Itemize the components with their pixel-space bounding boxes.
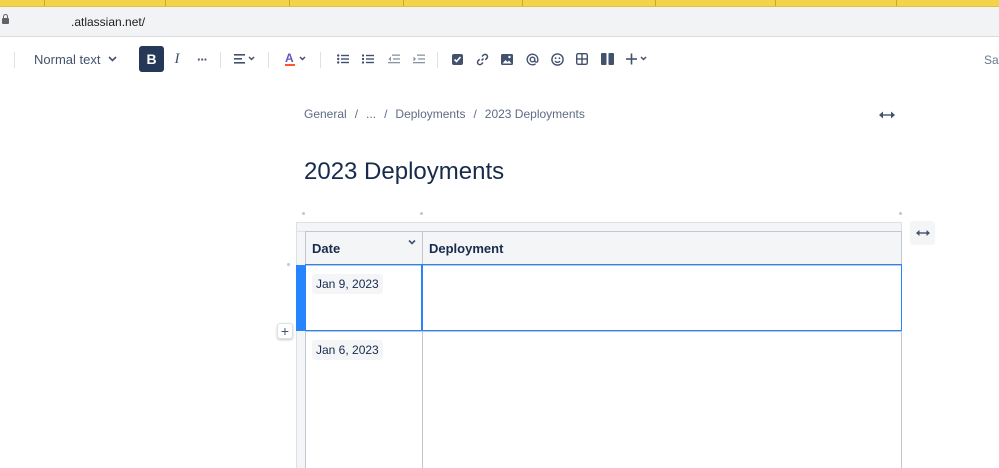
address-bar[interactable]: .atlassian.net/ <box>0 7 999 37</box>
deployment-cell[interactable] <box>422 265 902 332</box>
breadcrumb-separator: / <box>384 107 388 121</box>
link-icon <box>476 53 488 65</box>
bold-button[interactable]: B <box>139 46 164 72</box>
numbered-list-button[interactable] <box>359 46 377 72</box>
deployment-cell[interactable] <box>422 331 902 468</box>
save-button[interactable]: Sav <box>984 53 999 67</box>
column-insert-dot[interactable] <box>420 212 423 215</box>
column-controls[interactable] <box>296 222 902 231</box>
breadcrumb: General / ... / Deployments / 2023 Deplo… <box>304 107 585 121</box>
table-row: Jan 9, 2023 <box>305 265 902 332</box>
text-style-label: Normal text <box>34 51 101 67</box>
insert-element-button[interactable] <box>624 46 652 72</box>
toolbar-divider <box>14 52 15 68</box>
expand-horizontal-icon <box>879 111 895 119</box>
indent-button[interactable] <box>410 46 428 72</box>
breadcrumb-separator: / <box>473 107 477 121</box>
more-formatting-button[interactable]: ··· <box>192 46 212 72</box>
toolbar-divider <box>320 52 321 68</box>
header-cell-deployment[interactable]: Deployment <box>422 231 902 266</box>
numbered-list-icon <box>362 54 374 64</box>
url-text[interactable]: .atlassian.net/ <box>71 15 145 29</box>
browser-tab-strip[interactable] <box>0 0 999 7</box>
breadcrumb-item-general[interactable]: General <box>304 107 347 121</box>
header-label: Date <box>312 241 341 256</box>
column-insert-dot[interactable] <box>302 212 305 215</box>
column-insert-dot[interactable] <box>899 212 902 215</box>
header-label: Deployment <box>429 241 504 256</box>
italic-button[interactable]: I <box>168 46 186 72</box>
date-lozenge[interactable]: Jan 6, 2023 <box>312 340 383 360</box>
editor-toolbar: Normal text B I ··· A Sa <box>0 38 999 80</box>
page-title[interactable]: 2023 Deployments <box>304 158 504 186</box>
toolbar-divider <box>437 52 438 68</box>
emoji-button[interactable] <box>548 46 566 72</box>
row-insert-dot[interactable] <box>287 263 290 266</box>
link-button[interactable] <box>473 46 491 72</box>
text-color-button[interactable]: A <box>282 46 310 72</box>
breadcrumb-item-ellipsis[interactable]: ... <box>366 107 376 121</box>
breadcrumb-item-current[interactable]: 2023 Deployments <box>485 107 585 121</box>
mention-icon <box>526 53 538 65</box>
image-icon <box>501 53 513 65</box>
lock-icon <box>2 14 9 25</box>
header-cell-date[interactable]: Date <box>305 231 423 266</box>
indent-icon <box>413 54 425 64</box>
layout-button[interactable] <box>598 46 616 72</box>
date-cell[interactable]: Jan 6, 2023 <box>305 331 423 468</box>
text-style-dropdown[interactable]: Normal text <box>28 46 120 72</box>
table-width-toggle[interactable] <box>910 221 935 245</box>
checkbox-icon <box>451 53 463 65</box>
page-width-toggle[interactable] <box>878 108 896 120</box>
image-button[interactable] <box>498 46 516 72</box>
table-row: Jan 6, 2023 <box>305 331 902 468</box>
breadcrumb-separator: / <box>354 107 359 121</box>
deployments-table: Date Deployment Jan 9, 2023 Jan 6, 2023 <box>305 231 902 468</box>
emoji-icon <box>550 52 564 66</box>
layout-icon <box>600 53 614 65</box>
toolbar-divider <box>220 52 221 68</box>
bullet-list-icon <box>337 54 349 64</box>
date-cell[interactable]: Jan 9, 2023 <box>305 265 423 332</box>
mention-button[interactable] <box>523 46 541 72</box>
text-color-icon: A <box>285 51 306 66</box>
chevron-down-icon <box>108 56 118 62</box>
table-icon <box>576 53 588 65</box>
alignment-button[interactable] <box>231 46 259 72</box>
table-header-row: Date Deployment <box>305 231 902 266</box>
table-button[interactable] <box>573 46 591 72</box>
chevron-down-icon[interactable] <box>407 237 417 247</box>
date-lozenge[interactable]: Jan 9, 2023 <box>312 274 383 294</box>
outdent-icon <box>388 54 400 64</box>
selected-row-handle[interactable] <box>296 265 305 331</box>
toolbar-divider <box>268 52 269 68</box>
align-left-icon <box>234 54 255 64</box>
action-item-button[interactable] <box>448 46 466 72</box>
expand-horizontal-icon <box>915 230 930 236</box>
breadcrumb-item-deployments[interactable]: Deployments <box>395 107 465 121</box>
plus-icon <box>626 53 647 65</box>
bullet-list-button[interactable] <box>334 46 352 72</box>
outdent-button[interactable] <box>385 46 403 72</box>
insert-row-button[interactable]: + <box>277 323 293 339</box>
svg-text:A: A <box>285 51 294 65</box>
